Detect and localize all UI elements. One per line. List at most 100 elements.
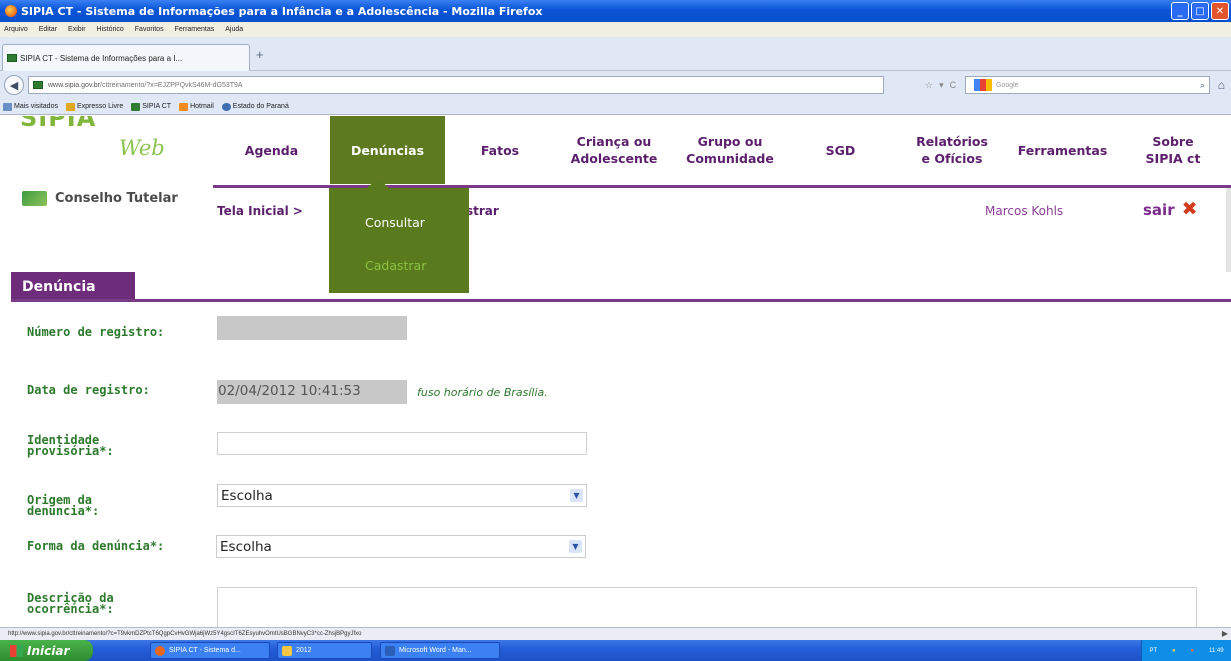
url-bar[interactable]: www.sipia.gov.br/cttreinamento/?x=EJZPPQ… <box>28 76 884 94</box>
page-right-edge <box>1226 188 1231 272</box>
tray-shield-icon[interactable]: ● <box>1172 648 1176 654</box>
sipia-icon <box>131 102 141 111</box>
new-tab-icon[interactable]: + <box>256 47 264 62</box>
numero-registro-label: Número de registro: <box>27 325 165 339</box>
nav-grupo-comunidade[interactable]: Grupo ou Comunidade <box>673 116 787 184</box>
menu-item-cadastrar[interactable]: Cadastrar <box>365 258 426 273</box>
language-indicator[interactable]: PT <box>1149 648 1157 654</box>
url-domain: www.sipia.gov.br <box>48 81 101 89</box>
conselho-icon <box>22 191 47 206</box>
nav-sobre-sipia[interactable]: Sobre SIPIA ct <box>1115 116 1231 184</box>
close-button[interactable]: ✕ <box>1211 2 1229 20</box>
forma-denuncia-label: Forma da denúncia*: <box>27 539 165 553</box>
logo-web-text: Web <box>119 136 165 160</box>
dropdown-caret-icon <box>367 178 389 188</box>
screen: SIPIA CT - Sistema de Informações para a… <box>0 0 1231 661</box>
identidade-provisoria-label: Identidade provisória*: <box>27 433 114 458</box>
breadcrumb-home-label: Tela Inicial <box>217 204 289 218</box>
status-url: http://www.sipia.gov.br/cttreinamento/?c… <box>8 631 362 637</box>
system-tray: PT ● ● 11:49 <box>1141 640 1231 661</box>
start-button[interactable]: Iniciar <box>0 640 93 661</box>
bookmark-estado-parana[interactable]: Estado do Paraná <box>221 102 289 111</box>
identidade-provisoria-input[interactable] <box>217 432 587 455</box>
origem-denuncia-label: Origem da denuncia*: <box>27 493 100 518</box>
home-icon[interactable]: ⌂ <box>1218 78 1225 92</box>
expresso-icon <box>65 102 75 111</box>
back-button[interactable]: ◀ <box>4 75 24 95</box>
bookmark-mais-visitados[interactable]: Mais visitados <box>3 102 58 111</box>
browser-tab[interactable]: SIPIA CT - Sistema de Informações para a… <box>2 44 250 71</box>
bookmark-label: Hotmail <box>190 103 214 110</box>
user-name: Marcos Kohls <box>985 204 1064 218</box>
fuso-horario-note: fuso horário de Brasília. <box>417 386 548 399</box>
globe-icon <box>221 102 231 111</box>
window-controls: _ □ ✕ <box>1171 2 1229 20</box>
task-firefox[interactable]: SIPIA CT - Sistema d... <box>150 642 270 659</box>
task-label: Microsoft Word - Man... <box>399 647 472 654</box>
bookmark-label: SIPIA CT <box>142 103 172 110</box>
origem-denuncia-select[interactable]: Escolha ▼ <box>217 484 587 507</box>
firefox-task-icon <box>155 645 165 656</box>
window-title: SIPIA CT - Sistema de Informações para a… <box>21 4 543 18</box>
menu-editar[interactable]: Editar <box>39 26 57 33</box>
select-arrow-icon[interactable]: ▼ <box>569 540 582 553</box>
browser-tab-title: SIPIA CT - Sistema de Informações para a… <box>20 53 183 63</box>
search-bar[interactable]: Google ⌕ <box>965 76 1210 94</box>
navigation-bar: ◀ www.sipia.gov.br/cttreinamento/?x=EJZP… <box>0 71 1231 99</box>
numero-registro-field <box>217 316 407 340</box>
status-bar: http://www.sipia.gov.br/cttreinamento/?c… <box>0 627 1231 640</box>
logout-x-icon: ✖ <box>1181 198 1198 220</box>
search-icon[interactable]: ⌕ <box>1200 80 1205 91</box>
menu-historico[interactable]: Histórico <box>97 26 124 33</box>
task-word[interactable]: Microsoft Word - Man... <box>380 642 500 659</box>
minimize-button[interactable]: _ <box>1171 2 1189 20</box>
descricao-ocorrencia-label: Descrição da ocorrência*: <box>27 591 114 616</box>
tray-status-icon[interactable]: ● <box>1190 648 1194 654</box>
forma-denuncia-value: Escolha <box>220 538 272 555</box>
nav-agenda[interactable]: Agenda <box>213 116 330 184</box>
scroll-right-icon[interactable]: ▶ <box>1222 629 1228 638</box>
denuncias-dropdown-menu: Consultar Cadastrar <box>329 178 469 293</box>
forma-denuncia-select[interactable]: Escolha ▼ <box>216 535 586 558</box>
bookmark-star-icon[interactable]: ☆ <box>925 80 933 91</box>
task-folder[interactable]: 2012 <box>277 642 372 659</box>
maximize-button[interactable]: □ <box>1191 2 1209 20</box>
start-label: Iniciar <box>27 643 70 658</box>
tab-strip: SIPIA CT - Sistema de Informações para a… <box>0 37 1231 71</box>
task-label: SIPIA CT - Sistema d... <box>169 647 241 654</box>
nav-denuncias[interactable]: Denúncias <box>330 116 445 184</box>
menu-item-consultar[interactable]: Consultar <box>365 215 425 230</box>
menu-favoritos[interactable]: Favoritos <box>135 26 164 33</box>
bookmark-label: Estado do Paraná <box>232 103 289 110</box>
bookmark-label: Mais visitados <box>14 103 58 110</box>
menu-exibir[interactable]: Exibir <box>68 26 86 33</box>
firefox-icon <box>5 5 17 17</box>
menu-bar: Arquivo Editar Exibir Histórico Favorito… <box>0 22 1231 37</box>
bookmark-expresso-livre[interactable]: Expresso Livre <box>65 102 123 111</box>
url-path: /cttreinamento/?x=EJZPPQvkS46M-dG53T9A <box>100 81 243 89</box>
origem-denuncia-value: Escolha <box>221 487 273 504</box>
bookmark-hotmail[interactable]: Hotmail <box>179 102 214 111</box>
bookmark-sipia-ct[interactable]: SIPIA CT <box>131 102 172 111</box>
nav-ferramentas[interactable]: Ferramentas <box>1010 116 1115 184</box>
clock: 11:49 <box>1208 647 1224 654</box>
menu-ajuda[interactable]: Ajuda <box>225 26 243 33</box>
nav-sgd[interactable]: SGD <box>787 116 894 184</box>
dropdown-arrow-icon[interactable]: ▾ <box>939 80 944 91</box>
logout-button[interactable]: sair ✖ <box>1143 200 1198 219</box>
main-navigation: Agenda Denúncias Fatos Criança ou Adoles… <box>213 116 1231 184</box>
breadcrumb-home[interactable]: Tela Inicial > <box>217 204 303 218</box>
nav-fatos[interactable]: Fatos <box>445 116 555 184</box>
menu-ferramentas[interactable]: Ferramentas <box>175 26 215 33</box>
task-label: 2012 <box>296 647 312 654</box>
select-arrow-icon[interactable]: ▼ <box>570 489 583 502</box>
section-underline <box>11 299 1231 302</box>
folder-icon <box>282 645 292 656</box>
nav-crianca-adolescente[interactable]: Criança ou Adolescente <box>555 116 673 184</box>
windows-flag-icon <box>10 644 23 657</box>
reload-icon[interactable]: C <box>950 80 957 91</box>
sipia-logo-graphic: SIPIA <box>20 116 97 132</box>
menu-arquivo[interactable]: Arquivo <box>4 26 28 33</box>
section-tab-denuncia: Denúncia <box>11 272 135 302</box>
nav-relatorios-oficios[interactable]: Relatórios e Ofícios <box>894 116 1010 184</box>
